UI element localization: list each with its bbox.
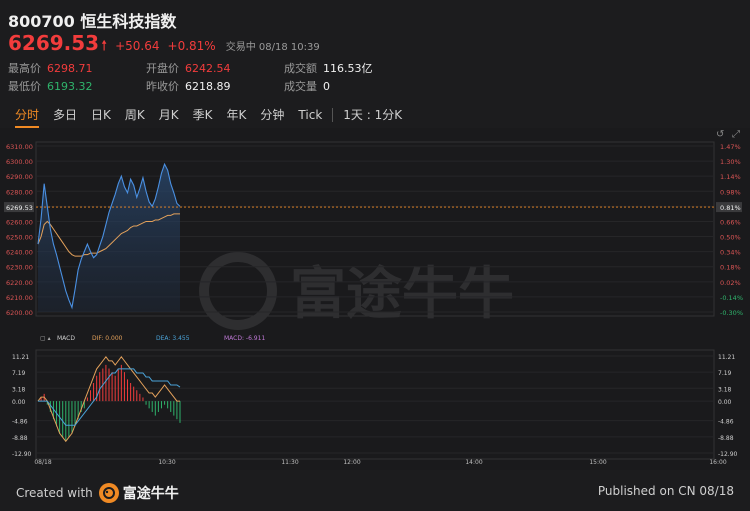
undo-icon[interactable]: ↺ [716,130,726,140]
x-tick: 15:00 [589,459,606,466]
macd-y-tick-left: -4.86 [12,419,28,426]
chart-area: 富途牛牛 6310.00 1.47% 6300.00 1.30% 6290.00 1.14%… [0,128,750,470]
published-date: Published on CN 08/18 [597,484,734,498]
macd-y-tick-left: 0.00 [12,399,26,406]
macd-y-tick-right: -4.86 [718,419,734,426]
y-tick-right: 1.30% [720,158,741,166]
macd-y-tick-right: 0.00 [718,399,732,406]
price-change: +50.64 [115,39,160,53]
created-with: Created with 富途牛牛 [16,483,179,503]
current-pct-label: 0.81% [720,204,741,212]
tab-7[interactable]: 分钟 [253,102,291,128]
open-value: 6242.54 [185,61,231,75]
x-tick: 08/18 [34,459,51,466]
y-tick-right: -0.30% [720,309,743,317]
period-tabs: 分时 多日 日K 周K 月K 季K 年K 分钟 Tick 1天 : 1分K [0,102,750,128]
low-value: 6193.32 [47,79,93,93]
macd-y-tick-right: 3.18 [718,386,732,393]
tab-8[interactable]: Tick [291,102,329,128]
y-tick-left: 6200.00 [6,309,33,317]
y-tick-left: 6230.00 [6,264,33,272]
last-price: 6269.53 [8,31,100,55]
macd-y-tick-left: 11.21 [12,354,29,361]
dif-label: DIF: 0.000 [92,335,123,342]
up-arrow-icon: 🠕 [101,38,108,54]
y-tick-right: 0.18% [720,264,741,272]
y-tick-right: 0.66% [720,218,741,226]
macd-y-tick-left: 7.19 [12,370,26,377]
tab-2[interactable]: 日K [84,102,118,128]
x-tick: 16:00 [709,459,726,466]
y-tick-left: 6210.00 [6,294,33,302]
turnover-value: 116.53亿 [323,62,373,75]
prev-close-label: 昨收价 [146,80,179,93]
tab-5[interactable]: 季K [186,102,220,128]
high-value: 6298.71 [47,61,93,75]
macd-y-tick-right: 7.19 [718,370,732,377]
dea-label: DEA: 3.455 [156,335,190,342]
tab-4[interactable]: 月K [152,102,186,128]
current-price-label: 6269.53 [6,204,33,212]
volume-label: 成交量 [284,80,317,93]
price-change-pct: +0.81% [167,39,216,53]
futu-logo-icon [98,483,119,503]
trading-status: 交易中 08/18 10:39 [225,42,320,53]
x-tick: 11:30 [281,459,298,466]
stats-col-2: 开盘价 6242.54 昨收价 6218.89 [146,59,231,95]
y-tick-right: 0.98% [720,188,741,196]
y-tick-right: 0.02% [720,279,741,287]
y-tick-left: 6260.00 [6,218,33,226]
macd-y-tick-left: -8.88 [12,435,28,442]
tab-3[interactable]: 周K [118,102,152,128]
prev-close-value: 6218.89 [185,79,231,93]
y-tick-left: 6220.00 [6,279,33,287]
y-tick-right: 0.34% [720,249,741,257]
macd-y-tick-right: -8.88 [718,435,734,442]
chart-tools: ↺ ⤢ [716,130,742,140]
y-tick-right: 1.14% [720,173,741,181]
y-tick-right: -0.14% [720,294,743,302]
y-tick-right: 0.50% [720,234,741,242]
x-tick: 14:00 [465,459,482,466]
macd-panel-frame [35,349,715,460]
fullscreen-icon[interactable]: ⤢ [732,130,742,140]
volume-value: 0 [323,79,330,93]
high-label: 最高价 [8,62,41,75]
macd-y-tick-right: 11.21 [718,354,735,361]
open-label: 开盘价 [146,62,179,75]
stats-col-3: 成交额 116.53亿 成交量 0 [284,59,373,95]
y-tick-left: 6240.00 [6,249,33,257]
y-tick-left: 6300.00 [6,158,33,166]
price-row: 6269.53 🠕 +50.64 +0.81% 交易中 08/18 10:39 [8,31,320,55]
intraday-chart-svg: 富途牛牛 6310.00 1.47% 6300.00 1.30% 6290.00 1.14%… [4,141,743,466]
created-with-label: Created with [16,486,93,500]
tab-6[interactable]: 年K [220,102,254,128]
macd-title: MACD [57,335,75,342]
macd-y-tick-left: 3.18 [12,386,26,393]
y-tick-right: 1.47% [720,143,741,151]
footer: Created with 富途牛牛 Published on CN 08/18 [0,478,750,511]
y-tick-left: 6310.00 [6,143,33,151]
brand-name: 富途牛牛 [122,486,179,502]
turnover-label: 成交额 [284,62,317,75]
stats-col-1: 最高价 6298.71 最低价 6193.32 [8,59,93,95]
low-label: 最低价 [8,80,41,93]
watermark-text: 富途牛牛 [290,262,514,327]
tab-timeframe[interactable]: 1天 : 1分K [336,102,409,128]
y-tick-left: 6290.00 [6,173,33,181]
quote-header: 800700 恒生科技指数 6269.53 🠕 +50.64 +0.81% 交易… [0,0,750,100]
y-tick-left: 6250.00 [6,234,33,242]
macd-y-tick-left: -12.90 [12,451,32,458]
macd-y-tick-right: -12.90 [718,451,738,458]
y-tick-left: 6280.00 [6,188,33,196]
macd-label: MACD: -6.911 [224,335,265,342]
x-tick: 10:30 [158,459,175,466]
tab-1[interactable]: 多日 [46,102,84,128]
macd-legend-icon: ▢ ▴ [40,335,51,342]
tab-separator [332,108,334,122]
index-title: 800700 恒生科技指数 [8,12,177,31]
tab-0[interactable]: 分时 [8,102,46,128]
x-tick: 12:00 [343,459,360,466]
